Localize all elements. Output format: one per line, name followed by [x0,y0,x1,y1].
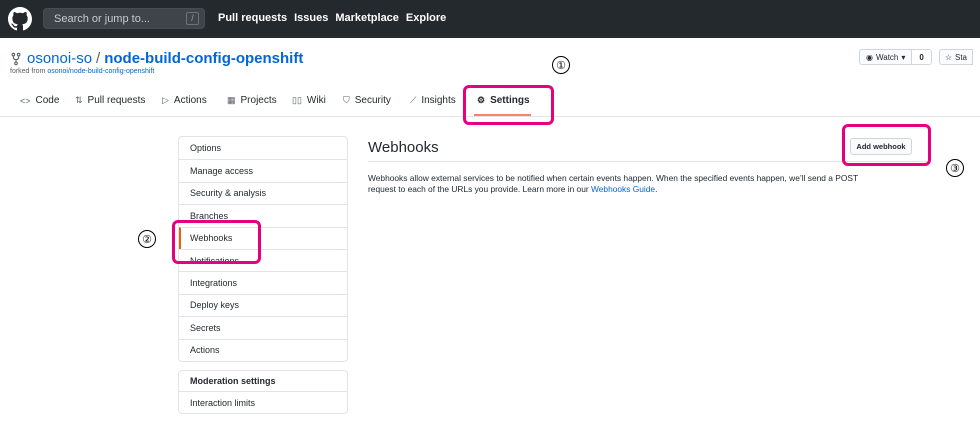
pull-request-icon: ⇅ [75,95,83,105]
top-nav-issues[interactable]: Issues [294,12,328,24]
top-nav-explore[interactable]: Explore [406,12,446,24]
top-nav-marketplace[interactable]: Marketplace [335,12,399,24]
highlight-settings-tab [463,85,554,125]
watch-button[interactable]: ◉ Watch ▾ [859,49,913,65]
menu-item-integrations[interactable]: Integrations [179,271,347,293]
tab-projects-label: Projects [240,95,277,106]
menu-item-security-analysis[interactable]: Security & analysis [179,181,347,204]
highlight-webhooks-menu [172,220,261,264]
repo-separator: / [96,50,101,67]
tab-wiki[interactable]: ▯▯ Wiki [292,95,326,106]
tab-actions-label: Actions [173,95,207,106]
desc-line-1: Webhooks allow external services to be n… [368,173,859,183]
page-title: Webhooks [368,139,439,156]
forked-source-link[interactable]: osonoi/node-build-config-openshift [47,68,154,75]
tab-insights[interactable]: ⟋ Insights [410,95,456,106]
webhooks-description: Webhooks allow external services to be n… [368,173,928,195]
star-icon: ☆ [944,52,952,62]
code-icon: <> [20,95,31,106]
tab-security[interactable]: ⛉ Security [343,95,391,106]
book-icon: ▯▯ [292,95,302,105]
eye-icon: ◉ [866,52,873,62]
tab-security-label: Security [354,95,391,106]
annotation-number-3: ③ [946,159,964,177]
top-nav: Pull requests Issues Marketplace Explore [218,12,446,24]
moderation-menu: Moderation settings Interaction limits [178,370,348,414]
tab-pull-requests-label: Pull requests [87,95,146,106]
menu-item-actions[interactable]: Actions [179,338,347,361]
search-input[interactable]: Search or jump to... / [43,8,205,29]
forked-prefix: forked from [10,68,46,75]
watch-label: Watch [875,52,899,62]
repo-actions: ◉ Watch ▾ 0 ☆ Sta [859,49,974,65]
menu-item-options[interactable]: Options [179,137,347,159]
tab-actions[interactable]: ▷ Actions [162,95,207,106]
tab-code-label: Code [35,95,60,106]
tab-code[interactable]: <> Code [20,95,59,106]
annotation-number-2: ② [138,230,156,248]
tab-wiki-label: Wiki [306,95,326,106]
repo-title: osonoi-so / node-build-config-openshift [10,50,303,67]
desc-line-2: request to each of the URLs you provide.… [368,184,591,194]
menu-item-interaction-limits[interactable]: Interaction limits [179,392,347,413]
menu-item-secrets[interactable]: Secrets [179,316,347,338]
shield-icon: ⛉ [343,95,350,105]
tab-projects[interactable]: ▦ Projects [227,95,277,106]
repo-name-link[interactable]: node-build-config-openshift [104,50,303,67]
desc-end: . [655,184,658,194]
forked-from-text: forked from osonoi/node-build-config-ope… [10,68,154,75]
moderation-heading: Moderation settings [179,371,347,392]
chevron-down-icon: ▾ [901,52,906,62]
slash-shortcut-key: / [186,12,199,25]
project-icon: ▦ [227,95,236,105]
tab-insights-label: Insights [421,95,456,106]
global-header: Search or jump to... / Pull requests Iss… [0,0,980,38]
graph-icon: ⟋ [410,95,417,105]
menu-item-deploy-keys[interactable]: Deploy keys [179,293,347,316]
menu-item-manage-access[interactable]: Manage access [179,159,347,181]
search-placeholder: Search or jump to... [54,12,150,25]
fork-icon [11,52,21,65]
highlight-add-webhook [842,124,931,166]
tab-pull-requests[interactable]: ⇅ Pull requests [75,95,145,106]
watch-count[interactable]: 0 [912,49,932,65]
top-nav-pull-requests[interactable]: Pull requests [218,12,287,24]
star-label: Sta [955,52,968,62]
star-button[interactable]: ☆ Sta [938,49,974,65]
webhooks-guide-link[interactable]: Webhooks Guide [591,184,655,194]
repo-owner-link[interactable]: osonoi-so [27,50,92,67]
annotation-number-1: ① [552,56,570,74]
play-icon: ▷ [162,95,169,105]
github-logo-icon[interactable] [8,7,32,31]
